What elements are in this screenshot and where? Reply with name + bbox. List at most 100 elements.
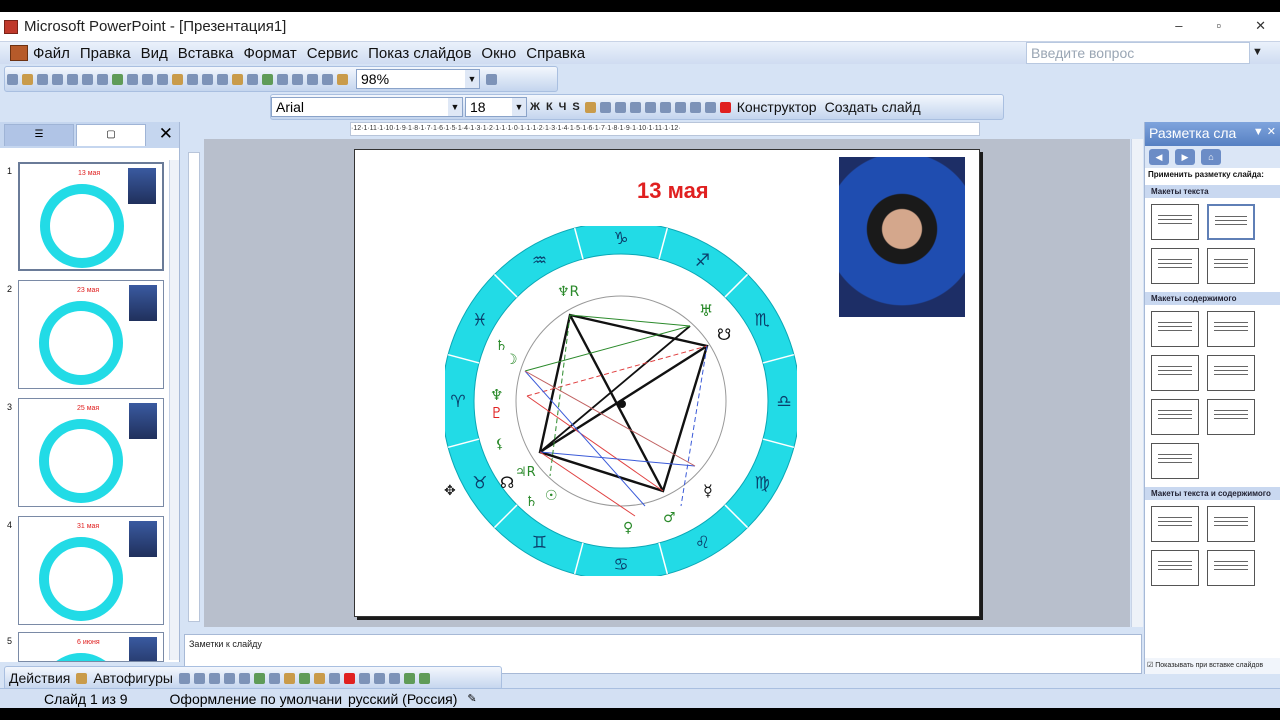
insert-picture-icon[interactable] <box>262 73 273 85</box>
slide-thumbnail-3[interactable]: 25 мая <box>18 398 164 507</box>
increase-indent-icon[interactable] <box>704 101 716 113</box>
checkbox-icon[interactable]: ☑ <box>1147 662 1153 669</box>
research-icon[interactable] <box>127 73 138 85</box>
layout-two-content[interactable] <box>1207 355 1255 391</box>
tab-slides[interactable]: ▢ <box>76 124 146 146</box>
chevron-down-icon[interactable]: ▼ <box>512 98 526 116</box>
layout-content-mixed[interactable] <box>1207 399 1255 435</box>
menu-view[interactable]: Вид <box>136 45 173 62</box>
layout-text-content-4[interactable] <box>1207 550 1255 586</box>
permission-icon[interactable] <box>52 73 63 85</box>
slide-thumbnail-4[interactable]: 31 мая <box>18 516 164 625</box>
close-icon[interactable]: ▼ ✕ <box>1253 125 1276 138</box>
align-center-icon[interactable] <box>599 101 611 113</box>
chevron-down-icon[interactable]: ▼ <box>1252 46 1263 58</box>
natal-chart-wheel[interactable]: ♑♐♏♎♍♌♋♊♉♈♓♒ ♆R ♅ ☋ ♄ ☽ ♆ ♇ ⚸ ♃R ☊ ♄ ☉ ♀… <box>445 226 797 576</box>
spelling-icon[interactable] <box>112 73 123 85</box>
font-size-combo[interactable]: 18 ▼ <box>465 97 527 117</box>
increase-font-icon[interactable] <box>659 101 671 113</box>
insert-chart-icon[interactable] <box>232 73 243 85</box>
layout-blank[interactable] <box>1151 311 1199 347</box>
layout-content[interactable] <box>1207 311 1255 347</box>
new-icon[interactable] <box>7 73 18 85</box>
arrow-style-icon[interactable] <box>389 672 400 684</box>
layout-text-content-2[interactable] <box>1207 506 1255 542</box>
underline-button[interactable]: Ч <box>556 101 570 113</box>
layout-title-content[interactable] <box>1151 355 1199 391</box>
menu-help[interactable]: Справка <box>521 45 590 62</box>
layout-text-content-3[interactable] <box>1151 550 1199 586</box>
chevron-down-icon[interactable]: ▼ <box>448 98 462 116</box>
print-icon[interactable] <box>82 73 93 85</box>
menu-format[interactable]: Формат <box>238 45 301 62</box>
menu-tools[interactable]: Сервис <box>302 45 363 62</box>
layout-four-content[interactable] <box>1151 399 1199 435</box>
align-right-icon[interactable] <box>614 101 626 113</box>
color-grayscale-icon[interactable] <box>337 73 348 85</box>
align-left-icon[interactable] <box>584 101 596 113</box>
slide-date-title[interactable]: 13 мая <box>637 178 709 204</box>
workspace-scrollbar[interactable] <box>1131 139 1143 627</box>
close-button[interactable]: ✕ <box>1255 18 1266 34</box>
forward-icon[interactable]: ▶ <box>1175 149 1195 165</box>
autoshapes-menu[interactable]: Автофигуры <box>89 670 177 686</box>
line-color-icon[interactable] <box>329 672 340 684</box>
slide-thumbnail-1[interactable]: 13 мая <box>18 162 164 271</box>
shadow-button[interactable]: S <box>569 101 582 113</box>
tab-outline[interactable]: ☰ <box>4 124 74 146</box>
slide-thumbnail-5[interactable]: 6 июня <box>18 632 164 662</box>
minimize-button[interactable]: – <box>1175 18 1182 34</box>
insert-table-icon[interactable] <box>247 73 258 85</box>
close-icon[interactable]: ✕ <box>159 124 173 144</box>
menu-slideshow[interactable]: Показ слайдов <box>363 45 476 62</box>
rectangle-icon[interactable] <box>209 672 220 684</box>
slide-thumbnail-2[interactable]: 23 мая <box>18 280 164 389</box>
picture-icon[interactable] <box>299 672 310 684</box>
menu-edit[interactable]: Правка <box>75 45 136 62</box>
grid-icon[interactable] <box>322 73 333 85</box>
document-icon[interactable] <box>10 45 28 61</box>
bullets-icon[interactable] <box>644 101 656 113</box>
back-icon[interactable]: ◀ <box>1149 149 1169 165</box>
font-color-icon[interactable] <box>344 672 355 684</box>
save-icon[interactable] <box>37 73 48 85</box>
new-slide-button[interactable]: Создать слайд <box>821 99 925 115</box>
bold-button[interactable]: Ж <box>527 101 543 113</box>
paste-icon[interactable] <box>172 73 183 85</box>
slide-canvas[interactable]: 13 мая ♑ ♐ ♏ ♎ ♍ ♌ ♋ ♊ ♉ ♈ ♓ ♒ ♆R ♅ ☋ ♄ … <box>354 149 980 617</box>
copy-icon[interactable] <box>157 73 168 85</box>
open-icon[interactable] <box>22 73 33 85</box>
panel-scrollbar[interactable] <box>169 160 179 660</box>
decrease-indent-icon[interactable] <box>689 101 701 113</box>
layout-title-only[interactable] <box>1207 204 1255 240</box>
undo-icon[interactable] <box>202 73 213 85</box>
email-icon[interactable] <box>67 73 78 85</box>
line-style-icon[interactable] <box>359 672 370 684</box>
layout-two-columns[interactable] <box>1207 248 1255 284</box>
shadow-style-icon[interactable] <box>404 672 415 684</box>
dash-style-icon[interactable] <box>374 672 385 684</box>
help-icon[interactable] <box>486 73 497 85</box>
show-on-insert-checkbox[interactable]: ☑ Показывать при вставке слайдов <box>1145 658 1280 674</box>
line-icon[interactable] <box>179 672 190 684</box>
redo-icon[interactable] <box>217 73 228 85</box>
arrow-icon[interactable] <box>194 672 205 684</box>
italic-button[interactable]: К <box>543 101 556 113</box>
layout-content-grid[interactable] <box>1151 443 1199 479</box>
layout-title-text[interactable] <box>1151 248 1199 284</box>
menu-file[interactable]: Файл <box>28 45 75 62</box>
clipart-icon[interactable] <box>284 672 295 684</box>
restore-button[interactable]: ▫ <box>1216 18 1221 34</box>
actions-menu[interactable]: Действия <box>5 670 74 686</box>
cut-icon[interactable] <box>142 73 153 85</box>
oval-icon[interactable] <box>224 672 235 684</box>
textbox-icon[interactable] <box>239 672 250 684</box>
chevron-down-icon[interactable]: ▼ <box>465 70 479 88</box>
home-icon[interactable]: ⌂ <box>1201 149 1221 165</box>
presenter-photo[interactable] <box>839 157 965 317</box>
layout-title[interactable] <box>1151 204 1199 240</box>
decrease-font-icon[interactable] <box>674 101 686 113</box>
designer-button[interactable]: Конструктор <box>733 99 821 115</box>
menu-insert[interactable]: Вставка <box>173 45 239 62</box>
layout-text-content-1[interactable] <box>1151 506 1199 542</box>
